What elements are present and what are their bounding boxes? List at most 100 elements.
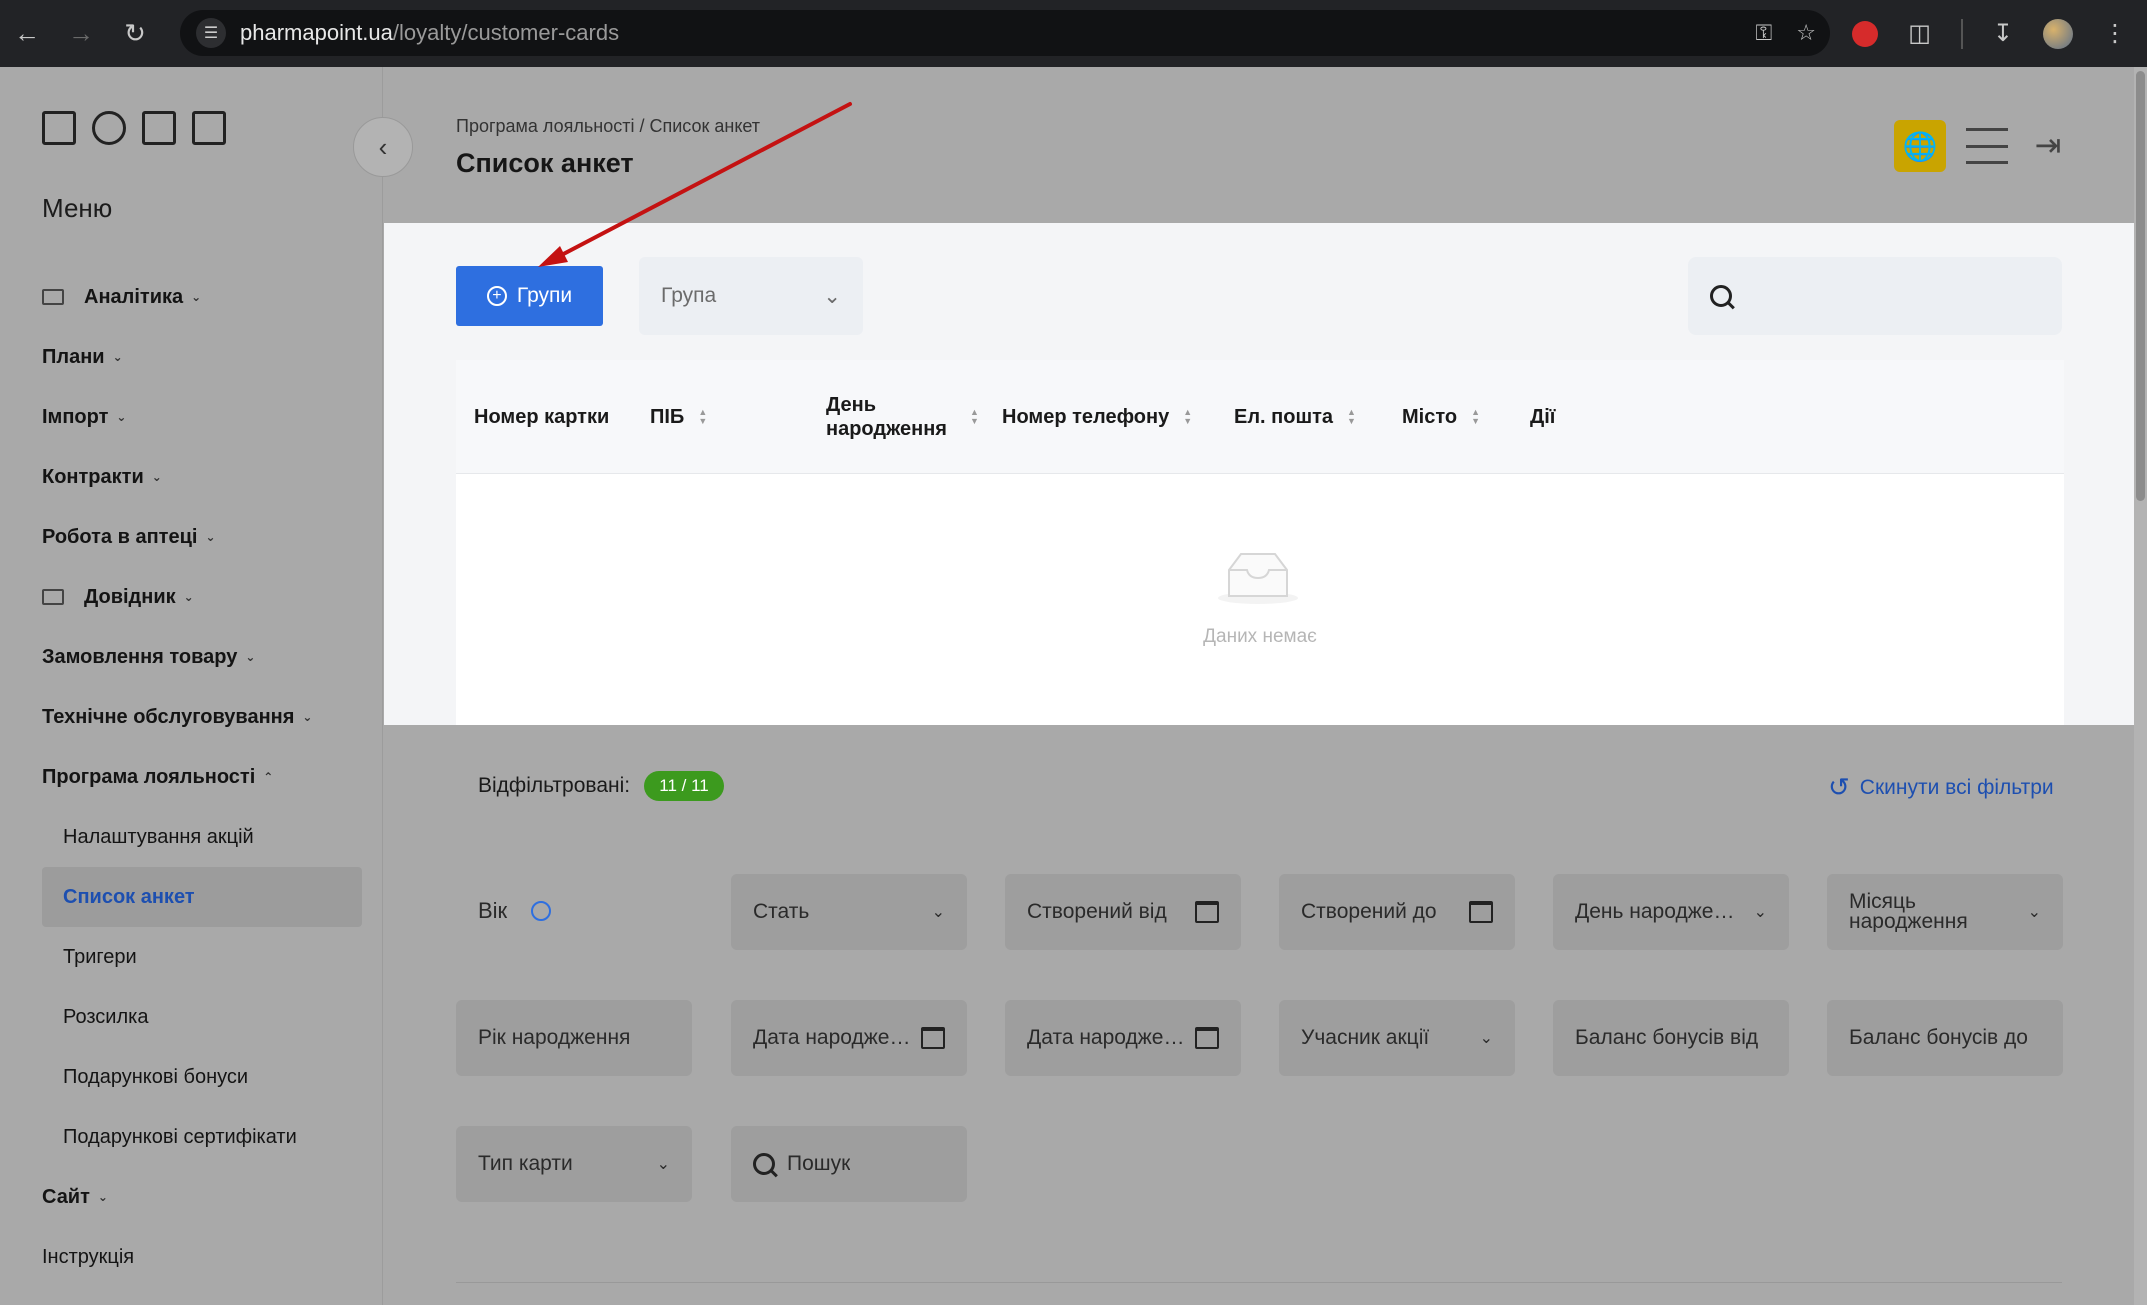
sidebar-item-orders[interactable]: Замовлення товару ⌄ xyxy=(42,627,362,687)
sidebar-item-plans[interactable]: Плани ⌄ xyxy=(42,327,362,387)
document-icon[interactable] xyxy=(142,111,176,145)
sidebar-item-promo-settings[interactable]: Налаштування акцій xyxy=(42,807,362,867)
column-email[interactable]: Ел. пошта ▲ ▼ xyxy=(1234,360,1356,474)
birth-day-select[interactable]: День народження ⌄ xyxy=(1553,874,1789,950)
sidebar-item-loyalty[interactable]: Програма лояльності ⌃ xyxy=(42,747,362,807)
sidebar-item-mailing[interactable]: Розсилка xyxy=(42,987,362,1047)
sidebar-item-gift-bonuses[interactable]: Подарункові бонуси xyxy=(42,1047,362,1107)
card-type-select[interactable]: Тип карти ⌄ xyxy=(456,1126,692,1202)
chevron-down-icon: ⌄ xyxy=(302,710,313,724)
filter-search-input[interactable]: Пошук xyxy=(731,1126,967,1202)
grid-icon xyxy=(42,289,64,305)
plus-circle-icon: + xyxy=(486,286,507,306)
group-select[interactable]: Група ⌄ xyxy=(639,257,863,335)
birth-date-to[interactable]: Дата народжен... xyxy=(1005,1000,1241,1076)
sidebar-collapse-button[interactable]: ‹ xyxy=(353,117,413,177)
hamburger-menu-button[interactable] xyxy=(1966,128,2008,164)
age-filter[interactable]: Вік xyxy=(478,898,552,924)
book-icon[interactable] xyxy=(192,111,226,145)
column-phone[interactable]: Номер телефону ▲ ▼ xyxy=(1002,360,1192,474)
site-settings-icon[interactable]: ☰ xyxy=(196,18,226,48)
chevron-down-icon: ⌄ xyxy=(97,1190,108,1204)
archive-icon[interactable] xyxy=(42,111,76,145)
column-city[interactable]: Місто ▲ ▼ xyxy=(1402,360,1480,474)
profile-avatar[interactable] xyxy=(2043,18,2073,49)
pie-chart-icon[interactable] xyxy=(92,111,126,145)
extension-stop-icon[interactable] xyxy=(1852,20,1879,47)
reset-filters-button[interactable]: ↺ Скинути всі фільтри xyxy=(1828,772,2054,803)
sidebar-item-label: Контракти xyxy=(42,465,144,488)
column-full-name[interactable]: ПІБ ▲ ▼ xyxy=(650,360,707,474)
sidebar-item-analytics[interactable]: Аналітика ⌄ xyxy=(42,267,362,327)
sidebar-item-directory[interactable]: Довідник ⌄ xyxy=(42,567,362,627)
sidebar-item-label: Плани xyxy=(42,345,105,368)
bonus-balance-from[interactable]: Баланс бонусів від xyxy=(1553,1000,1789,1076)
sort-icon[interactable]: ▲ ▼ xyxy=(970,408,979,426)
password-key-icon[interactable]: ⚿ xyxy=(1756,20,1773,46)
empty-inbox-icon xyxy=(1218,553,1298,604)
created-from-date[interactable]: Створений від xyxy=(1005,874,1241,950)
calendar-icon xyxy=(1195,1027,1219,1049)
sidebar-item-survey-list[interactable]: Список анкет xyxy=(42,867,362,927)
groups-button[interactable]: + Групи xyxy=(456,266,603,326)
sort-icon[interactable]: ▲ ▼ xyxy=(698,408,707,426)
sidebar-item-label: Аналітика xyxy=(84,285,184,308)
sidebar-item-pharmacy-work[interactable]: Робота в аптеці ⌄ xyxy=(42,507,362,567)
sidebar-item-instruction[interactable]: Інструкція xyxy=(42,1227,362,1287)
chevron-down-icon: ⌄ xyxy=(205,530,216,544)
chevron-down-icon: ⌄ xyxy=(191,290,202,304)
download-icon[interactable]: ↧ xyxy=(1993,19,2013,48)
address-bar[interactable]: ☰ pharmapoint.ua/loyalty/customer-cards … xyxy=(180,10,1830,56)
created-to-date[interactable]: Створений до xyxy=(1279,874,1515,950)
table-header: Номер картки ПІБ ▲ ▼ День народження ▲ ▼ Но… xyxy=(456,360,2064,474)
search-input[interactable] xyxy=(1688,257,2062,335)
sidebar-item-import[interactable]: Імпорт ⌄ xyxy=(42,387,362,447)
back-icon[interactable]: ← xyxy=(0,0,54,67)
age-radio[interactable] xyxy=(531,901,552,921)
sidebar-item-label: Програма лояльності xyxy=(42,765,256,788)
forward-icon[interactable]: → xyxy=(54,0,108,67)
chevron-down-icon: ⌄ xyxy=(116,410,127,424)
breadcrumb: Програма лояльності / Список анкет xyxy=(456,116,761,136)
reset-filters-label: Скинути всі фільтри xyxy=(1859,775,2054,799)
search-icon xyxy=(753,1153,775,1175)
sidebar-item-contracts[interactable]: Контракти ⌄ xyxy=(42,447,362,507)
birth-date-from[interactable]: Дата народжен... xyxy=(731,1000,967,1076)
filtered-count-badge: 11 / 11 xyxy=(644,771,724,801)
logout-icon[interactable]: ⇥ xyxy=(2028,124,2068,166)
sidebar-item-maintenance[interactable]: Технічне обслуговування ⌄ xyxy=(42,687,362,747)
promo-participant-select[interactable]: Учасник акції ⌄ xyxy=(1279,1000,1515,1076)
globe-icon: 🌐 xyxy=(1902,130,1938,162)
chevron-down-icon: ⌄ xyxy=(245,650,256,664)
chevron-down-icon: ⌄ xyxy=(1479,1030,1493,1047)
browser-menu-icon[interactable]: ⋮ xyxy=(2103,19,2127,48)
sidebar-top-icons xyxy=(42,111,226,145)
bookmark-star-icon[interactable]: ☆ xyxy=(1796,20,1816,46)
column-birthday[interactable]: День народження xyxy=(826,360,966,474)
reload-icon[interactable]: ↻ xyxy=(108,0,162,67)
calendar-icon xyxy=(921,1027,945,1049)
chevron-down-icon: ⌄ xyxy=(183,590,194,604)
page-scrollbar[interactable] xyxy=(2134,67,2147,1305)
sidebar-item-label: Тригери xyxy=(63,945,137,968)
sidebar-menu: Аналітика ⌄ Плани ⌄ Імпорт ⌄ Контракти ⌄ Роб… xyxy=(42,267,362,1287)
browser-toolbar: ← → ↻ ☰ pharmapoint.ua/loyalty/customer-… xyxy=(0,0,2147,67)
bonus-balance-to[interactable]: Баланс бонусів до xyxy=(1827,1000,2063,1076)
scrollbar-thumb[interactable] xyxy=(2136,71,2145,501)
sidebar-item-gift-certificates[interactable]: Подарункові сертифікати xyxy=(42,1107,362,1167)
gender-select[interactable]: Стать ⌄ xyxy=(731,874,967,950)
chevron-up-icon: ⌃ xyxy=(263,770,274,784)
sort-icon[interactable]: ▲ ▼ xyxy=(1183,408,1192,426)
extensions-puzzle-icon[interactable]: ◫ xyxy=(1908,19,1931,48)
sidebar-item-triggers[interactable]: Тригери xyxy=(42,927,362,987)
birth-month-select[interactable]: Місяць народження ⌄ xyxy=(1827,874,2063,950)
column-birthday-sort[interactable]: ▲ ▼ xyxy=(956,360,979,474)
sidebar-item-site[interactable]: Сайт ⌄ xyxy=(42,1167,362,1227)
toolbar-divider xyxy=(1960,18,1963,49)
search-icon xyxy=(1710,285,1732,307)
birth-year-input[interactable]: Рік народження xyxy=(456,1000,692,1076)
sort-icon[interactable]: ▲ ▼ xyxy=(1347,408,1356,426)
sidebar-item-label: Подарункові бонуси xyxy=(63,1065,249,1088)
sort-icon[interactable]: ▲ ▼ xyxy=(1471,408,1480,426)
language-button[interactable]: 🌐 xyxy=(1894,120,1946,172)
